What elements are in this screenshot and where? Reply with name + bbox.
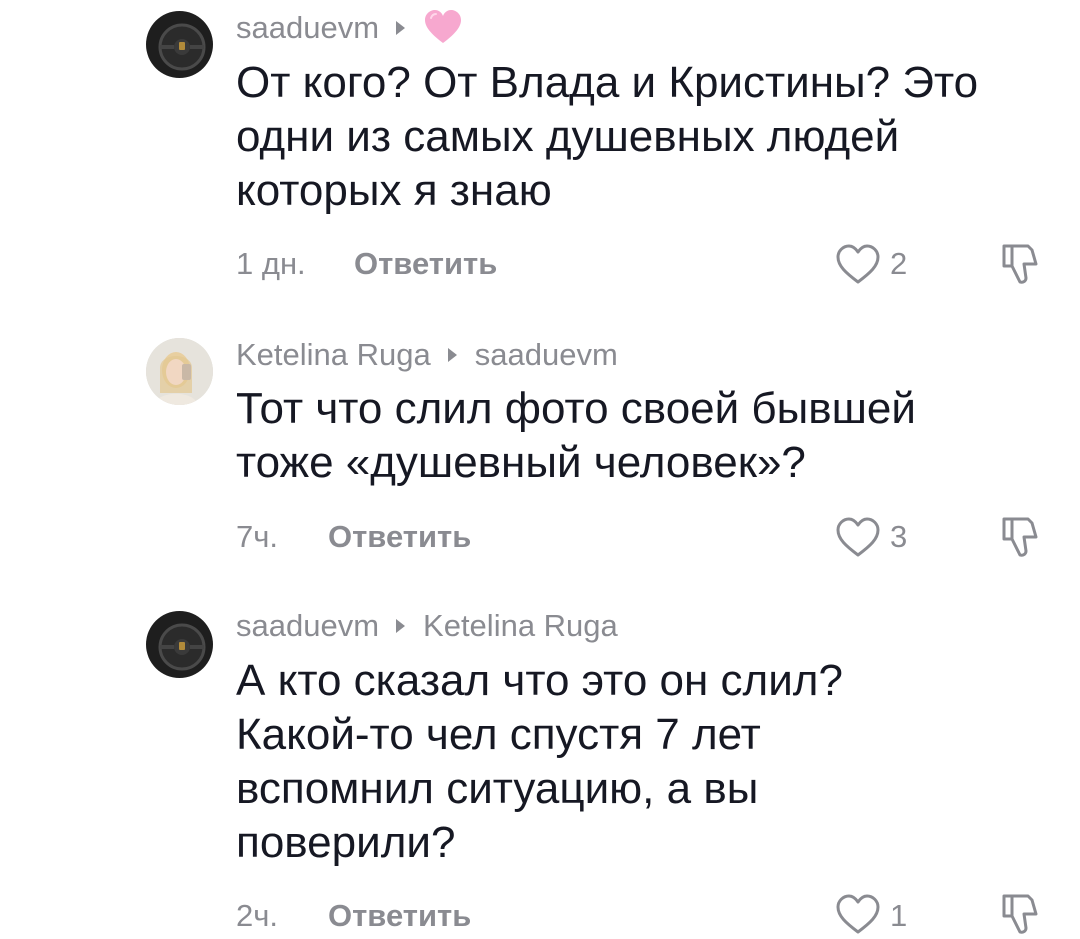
comment-text-line: поверили?: [236, 818, 456, 867]
comment-text-line: От кого? От Влада и Кристины? Это: [236, 58, 979, 107]
comment-time: 1 дн.: [236, 246, 306, 281]
thumbs-down-icon[interactable]: [998, 513, 1042, 559]
comment-text-line: А кто сказал что это он слил?: [236, 656, 843, 705]
comment-time: 7ч.: [236, 519, 279, 554]
comment-text-line: которых я знаю: [236, 166, 552, 215]
comment-text-line: вспомнил ситуацию, а вы: [236, 764, 759, 813]
comment-text-line: Какой-то чел спустя 7 лет: [236, 710, 761, 759]
heart-outline-icon[interactable]: [834, 515, 882, 559]
like-count: 3: [890, 519, 908, 554]
avatar[interactable]: [146, 11, 213, 78]
comment-text: Тот что слил фото своей бывшей тоже «душ…: [236, 382, 1056, 490]
reply-arrow-icon: [396, 21, 406, 35]
heart-outline-icon[interactable]: [834, 892, 882, 936]
reply-button[interactable]: Ответить: [328, 519, 471, 555]
author-name[interactable]: saaduevm: [236, 608, 379, 644]
avatar[interactable]: [146, 338, 213, 405]
reply-arrow-icon: [447, 348, 457, 362]
reply-button[interactable]: Ответить: [328, 898, 471, 934]
comment-header: saaduevm Ketelina Ruga: [236, 606, 618, 646]
like-count: 2: [890, 246, 908, 281]
thumbs-down-icon[interactable]: [998, 240, 1042, 286]
comment-header: saaduevm: [236, 8, 463, 48]
comment-text-line: тоже «душевный человек»?: [236, 438, 806, 487]
pink-heart-icon: [423, 8, 463, 48]
comment-text: А кто сказал что это он слил? Какой-то ч…: [236, 654, 1056, 870]
avatar[interactable]: [146, 611, 213, 678]
thumbs-down-icon[interactable]: [998, 890, 1042, 936]
reply-arrow-icon: [396, 619, 406, 633]
reply-to-name[interactable]: Ketelina Ruga: [423, 608, 618, 644]
like-count: 1: [890, 898, 908, 933]
reply-button[interactable]: Ответить: [354, 246, 497, 282]
author-name[interactable]: Ketelina Ruga: [236, 337, 431, 373]
author-name[interactable]: saaduevm: [236, 10, 379, 46]
reply-to-name[interactable]: saaduevm: [475, 337, 618, 373]
comment-text-line: Тот что слил фото своей бывшей: [236, 384, 916, 433]
comment-time: 2ч.: [236, 898, 279, 933]
comment-header: Ketelina Ruga saaduevm: [236, 335, 618, 375]
heart-outline-icon[interactable]: [834, 242, 882, 286]
comment-text: От кого? От Влада и Кристины? Это одни и…: [236, 56, 1056, 218]
comment-text-line: одни из самых душевных людей: [236, 112, 900, 161]
